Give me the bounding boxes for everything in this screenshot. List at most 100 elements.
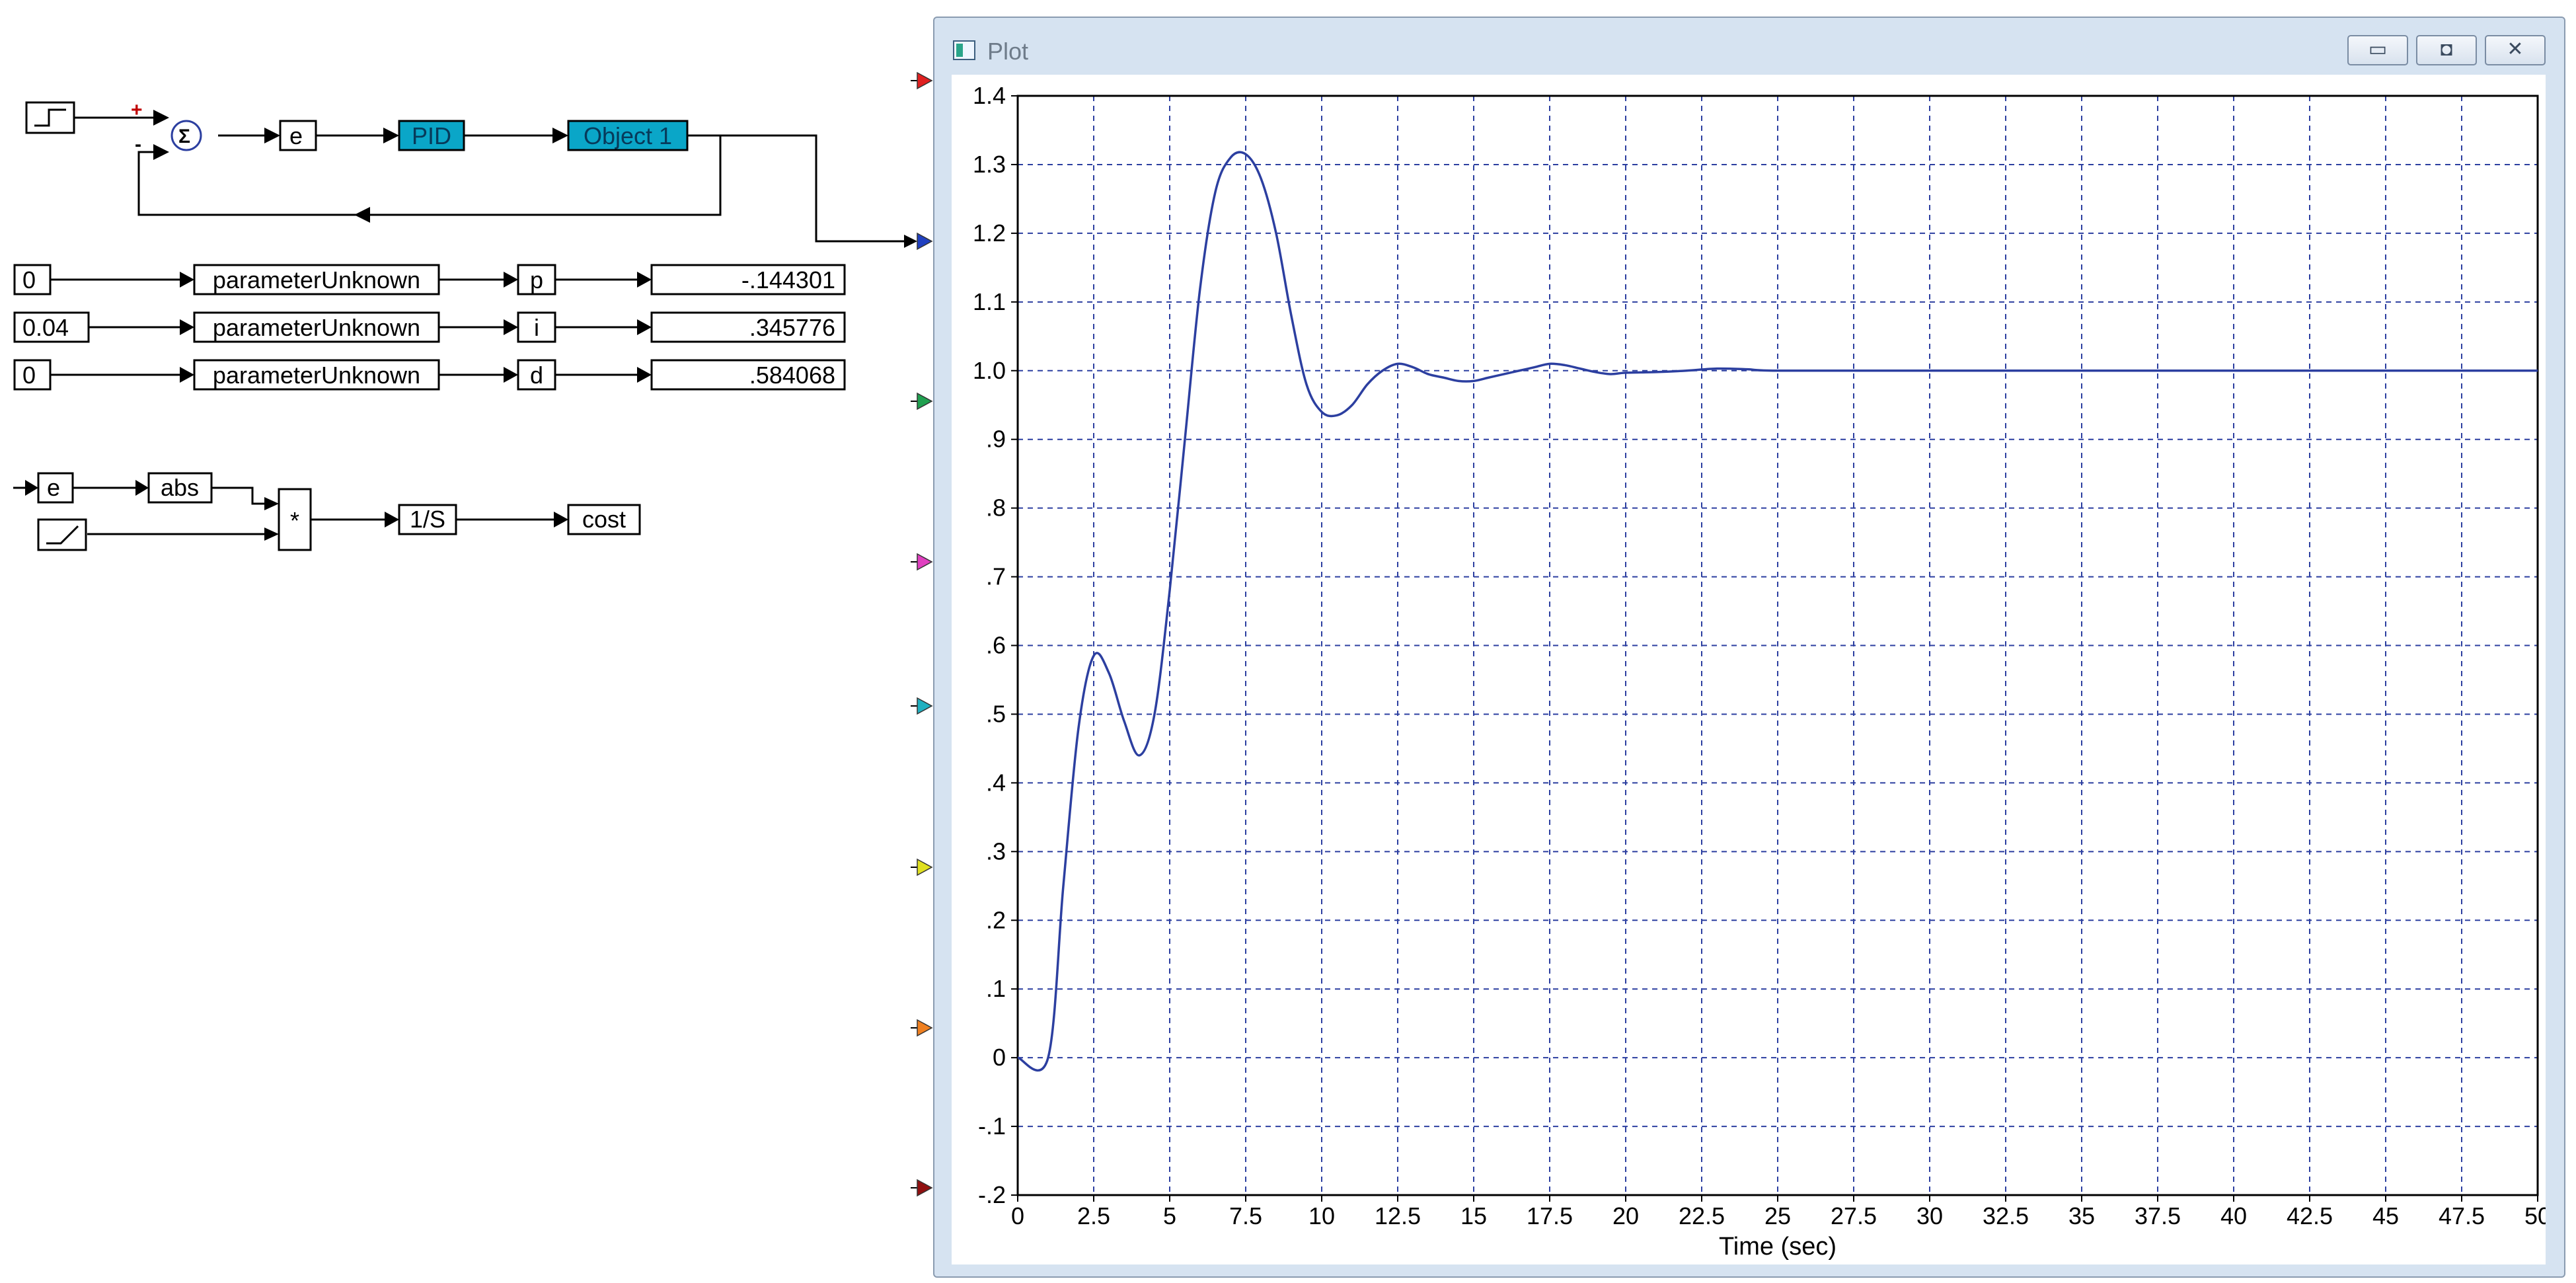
plot-input-marker[interactable] <box>917 71 933 90</box>
y-tick-label: .3 <box>986 837 1006 865</box>
y-tick-label: 1.2 <box>973 219 1006 247</box>
plot-input-marker[interactable] <box>917 392 933 410</box>
maximize-button[interactable]: ◘ <box>2416 35 2477 65</box>
pid-block[interactable]: PID <box>398 120 465 151</box>
plot-input-marker[interactable] <box>917 697 933 715</box>
sum-minus-sign: - <box>135 134 141 155</box>
plot-input-marker[interactable] <box>917 232 933 251</box>
y-tick-label: 1.1 <box>973 288 1006 315</box>
x-tick-label: 37.5 <box>2135 1202 2181 1229</box>
x-tick-label: 50 <box>2524 1202 2546 1229</box>
integrator-block-label: 1/S <box>410 506 445 533</box>
x-tick-label: 5 <box>1163 1202 1176 1229</box>
plot-window-title: Plot <box>987 38 1029 65</box>
step-source-block[interactable] <box>25 101 75 134</box>
multiply-block-label: * <box>290 507 299 534</box>
param-name-label: i <box>534 314 539 341</box>
y-tick-label: .2 <box>986 906 1006 933</box>
param-name-block[interactable]: i <box>517 311 556 343</box>
param-display-block[interactable]: .584068 <box>650 359 846 391</box>
sum-junction[interactable]: Σ <box>170 120 202 151</box>
plot-input-marker[interactable] <box>917 1019 933 1037</box>
y-tick-label: .9 <box>986 426 1006 453</box>
error-block-label: e <box>289 122 303 149</box>
y-tick-label: 0 <box>993 1044 1006 1071</box>
y-tick-label: .6 <box>986 632 1006 659</box>
cost-block-label: cost <box>582 506 626 533</box>
cost-error-block[interactable]: e <box>37 472 74 504</box>
y-tick-label: 1.0 <box>973 357 1006 384</box>
param-function-label: parameterUnknown <box>213 266 420 293</box>
param-function-block[interactable]: parameterUnknown <box>193 311 440 343</box>
x-axis-label: Time (sec) <box>1719 1233 1837 1261</box>
param-const-value: 0.04 <box>22 314 69 341</box>
sum-symbol: Σ <box>178 126 190 147</box>
y-tick-label: 1.3 <box>973 151 1006 178</box>
x-tick-label: 35 <box>2068 1202 2095 1229</box>
param-display-value: .584068 <box>749 362 835 389</box>
plot-window[interactable]: Plot ▭ ◘ ✕ 1.4 1.3 1.2 1.1 1.0 .9 .8 .7 .6 .5 .4 .3… <box>933 17 2565 1278</box>
multiply-block[interactable]: * <box>278 488 312 551</box>
x-tick-label: 22.5 <box>1679 1202 1725 1229</box>
x-tick-label: 20 <box>1612 1202 1639 1229</box>
param-name-label: p <box>530 266 543 293</box>
param-function-label: parameterUnknown <box>213 314 420 341</box>
cost-error-label: e <box>47 474 60 501</box>
cost-block[interactable]: cost <box>567 504 641 535</box>
y-tick-label: .1 <box>986 975 1006 1002</box>
param-display-block[interactable]: .345776 <box>650 311 846 343</box>
param-display-value: -.144301 <box>741 266 835 293</box>
x-axis-ticks: 0 2.5 5 7.5 10 12.5 15 17.5 20 22.5 25 27.5 30 32.5 35… <box>1011 1195 2546 1229</box>
param-name-block[interactable]: d <box>517 359 556 391</box>
x-tick-label: 45 <box>2372 1202 2399 1229</box>
object-block-label: Object 1 <box>584 122 672 149</box>
y-axis-ticks: 1.4 1.3 1.2 1.1 1.0 .9 .8 .7 .6 .5 .4 .3 .2 .1 0 -.1 -.2 <box>973 82 1018 1208</box>
param-name-label: d <box>530 362 543 389</box>
x-tick-label: 7.5 <box>1229 1202 1262 1229</box>
abs-block[interactable]: abs <box>147 472 213 504</box>
abs-block-label: abs <box>161 474 199 501</box>
response-chart[interactable]: 1.4 1.3 1.2 1.1 1.0 .9 .8 .7 .6 .5 .4 .3 .2 .1 0 -.1 -.2… <box>952 75 2546 1264</box>
x-tick-label: 47.5 <box>2439 1202 2485 1229</box>
plot-input-marker[interactable] <box>917 1179 933 1197</box>
error-block[interactable]: e <box>279 120 317 151</box>
sum-plus-sign: + <box>131 99 143 121</box>
plot-input-marker[interactable] <box>917 858 933 876</box>
x-tick-label: 27.5 <box>1831 1202 1877 1229</box>
param-const-block[interactable]: 0 <box>13 264 52 295</box>
param-function-label: parameterUnknown <box>213 362 420 389</box>
x-tick-label: 40 <box>2220 1202 2247 1229</box>
x-tick-label: 25 <box>1764 1202 1791 1229</box>
y-tick-label: 1.4 <box>973 82 1006 109</box>
y-tick-label: .4 <box>986 769 1006 796</box>
x-tick-label: 2.5 <box>1077 1202 1110 1229</box>
param-const-block[interactable]: 0 <box>13 359 52 391</box>
x-tick-label: 15 <box>1460 1202 1487 1229</box>
param-display-value: .345776 <box>749 314 835 341</box>
x-tick-label: 42.5 <box>2287 1202 2333 1229</box>
minimize-button[interactable]: ▭ <box>2347 35 2408 65</box>
x-tick-label: 0 <box>1011 1202 1024 1229</box>
y-tick-label: -.2 <box>978 1181 1006 1208</box>
param-function-block[interactable]: parameterUnknown <box>193 264 440 295</box>
y-tick-label: .5 <box>986 700 1006 727</box>
y-tick-label: .7 <box>986 563 1006 590</box>
x-tick-label: 17.5 <box>1527 1202 1573 1229</box>
block-diagram: Σ + - e PID Object 1 0 parameterUnknown p -… <box>13 71 933 1197</box>
param-const-block[interactable]: 0.04 <box>13 311 90 343</box>
plot-area[interactable]: 1.4 1.3 1.2 1.1 1.0 .9 .8 .7 .6 .5 .4 .3 .2 .1 0 -.1 -.2… <box>952 75 2546 1264</box>
ramp-source-block[interactable] <box>37 518 87 551</box>
param-name-block[interactable]: p <box>517 264 556 295</box>
plot-window-icon <box>953 40 975 60</box>
close-button[interactable]: ✕ <box>2485 35 2546 65</box>
param-display-block[interactable]: -.144301 <box>650 264 846 295</box>
x-tick-label: 32.5 <box>1983 1202 2029 1229</box>
y-tick-label: -.1 <box>978 1112 1006 1140</box>
param-function-block[interactable]: parameterUnknown <box>193 359 440 391</box>
parameter-rows: 0 parameterUnknown p -.144301 0.04 parameterU… <box>13 264 846 391</box>
object-block[interactable]: Object 1 <box>567 120 689 151</box>
integrator-block[interactable]: 1/S <box>398 504 457 535</box>
pid-block-label: PID <box>412 122 451 149</box>
plot-window-titlebar[interactable]: Plot ▭ ◘ ✕ <box>934 18 2564 72</box>
plot-input-marker[interactable] <box>917 553 933 571</box>
